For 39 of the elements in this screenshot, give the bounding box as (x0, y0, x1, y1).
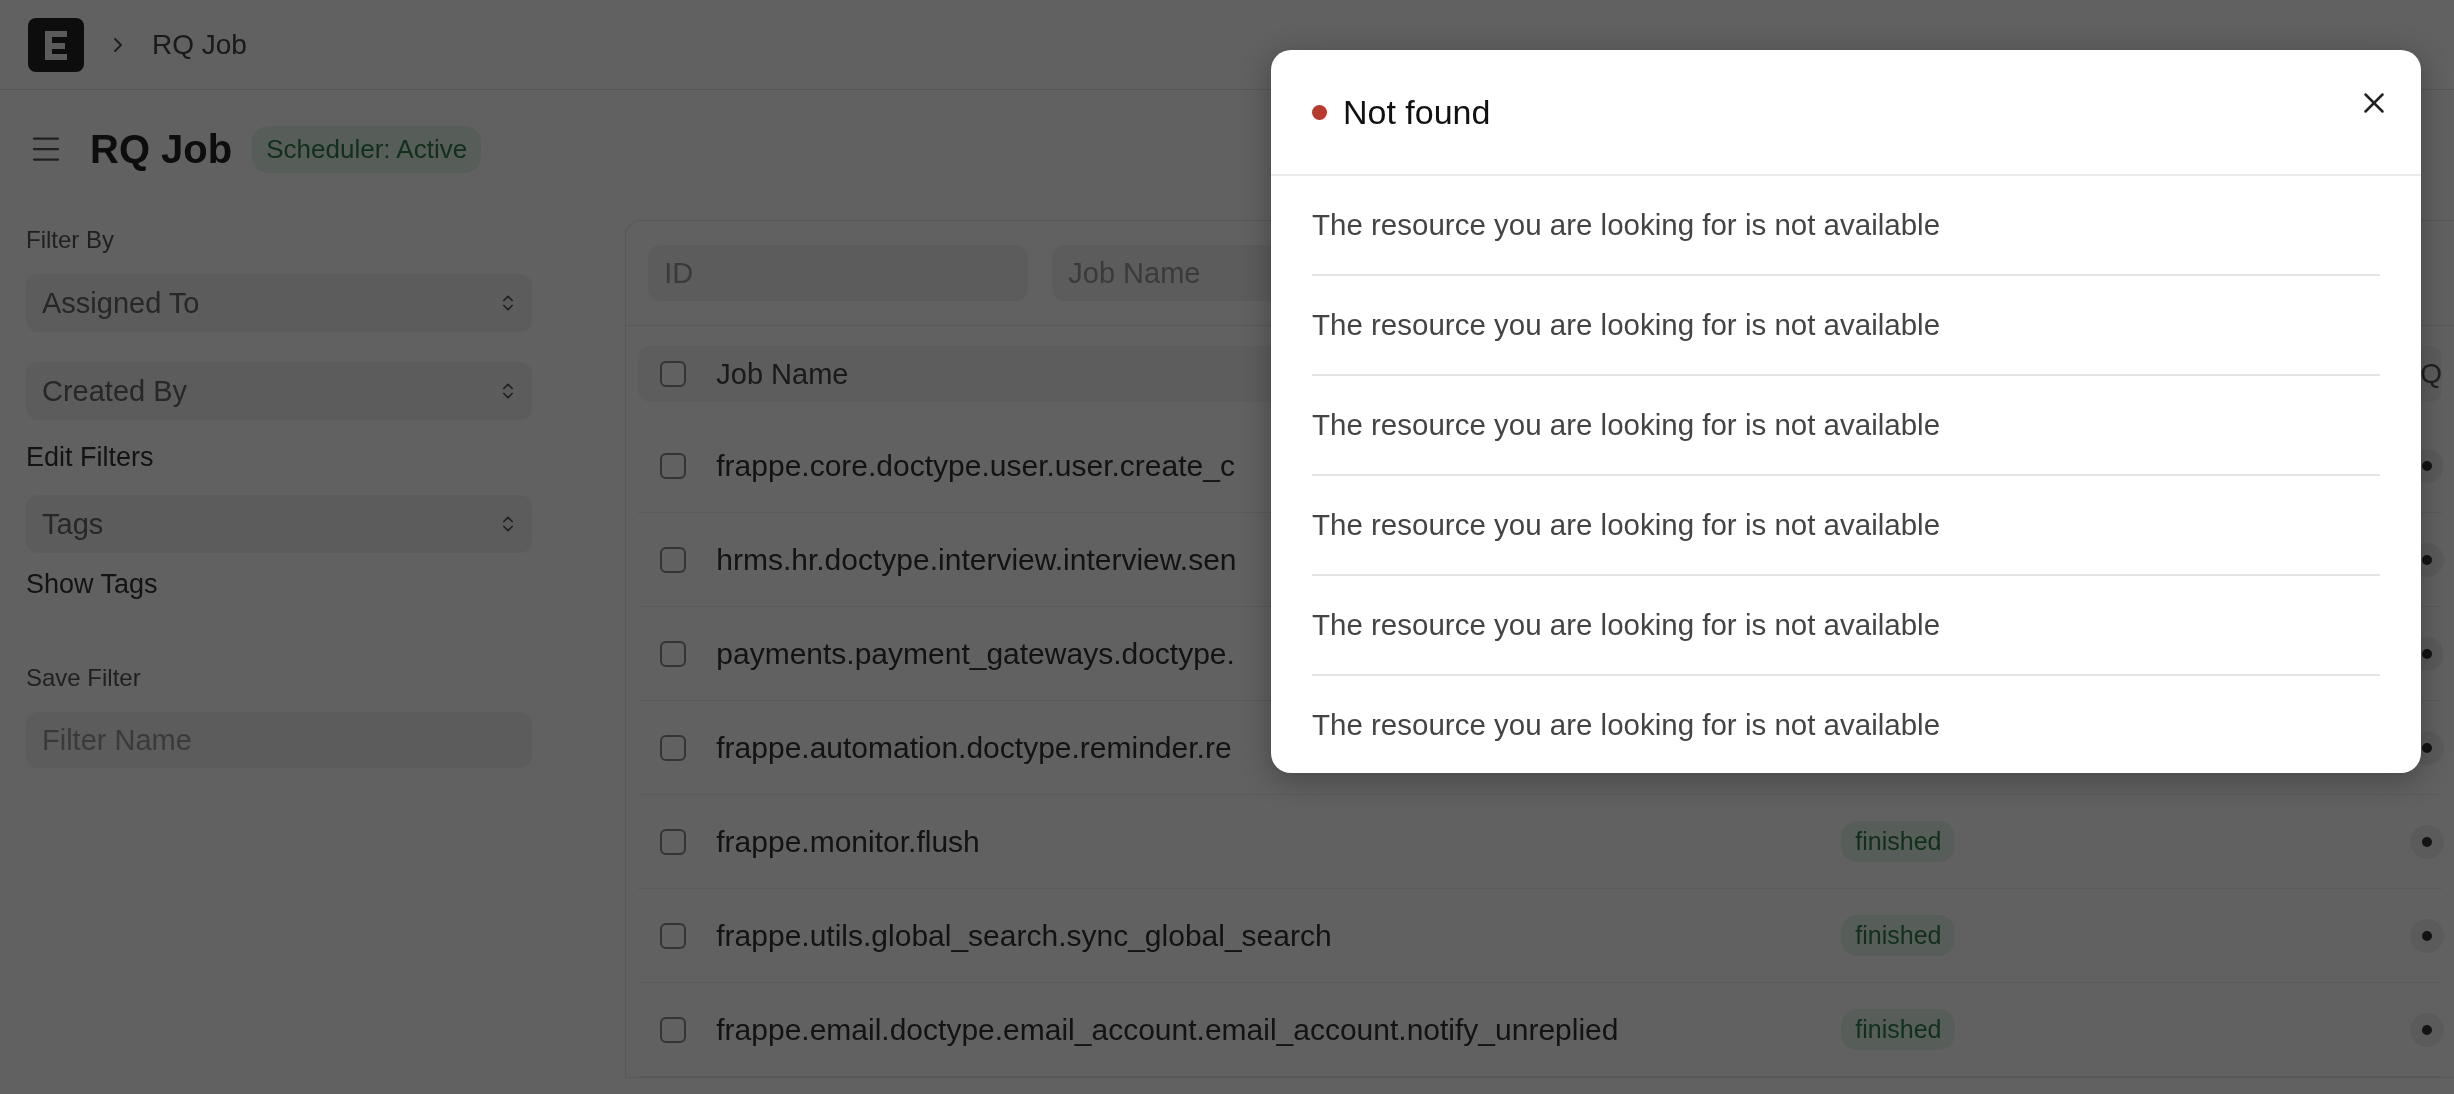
status-badge: finished (1841, 915, 1956, 956)
status-badge: finished (1841, 1009, 1956, 1050)
job-name-cell: frappe.monitor.flush (716, 824, 980, 858)
job-name-cell: frappe.email.doctype.email_account.email_account.notify_unreplied (716, 1012, 1619, 1046)
job-name-cell: frappe.core.doctype.user.user.create_c (716, 448, 1235, 482)
indicator-pill (2410, 824, 2445, 859)
job-name-cell: frappe.utils.global_search.sync_global_search (716, 918, 1332, 952)
row-checkbox[interactable] (660, 734, 687, 761)
row-checkbox[interactable] (660, 828, 687, 855)
message-text: The resource you are looking for is not available (1312, 408, 1941, 442)
dialog-title: Not found (1343, 92, 1491, 132)
save-filter-label: Save Filter (26, 664, 141, 692)
breadcrumb-link[interactable]: RQ Job (152, 28, 247, 61)
message-text: The resource you are looking for is not available (1312, 707, 1941, 742)
indicator-pill (2410, 918, 2445, 953)
logo-icon[interactable] (28, 17, 84, 72)
job-name-cell: payments.payment_gateways.doctype. (716, 636, 1235, 670)
filter-by-label: Filter By (26, 226, 114, 254)
edit-filters-link[interactable]: Edit Filters (26, 442, 154, 473)
message-text: The resource you are looking for is not available (1312, 608, 1941, 642)
row-checkbox[interactable] (660, 546, 687, 573)
show-tags-link[interactable]: Show Tags (26, 569, 158, 600)
row-checkbox[interactable] (660, 640, 687, 667)
message-text: The resource you are looking for is not available (1312, 508, 1941, 542)
job-name-cell: frappe.automation.doctype.reminder.re (716, 730, 1232, 764)
message-text: The resource you are looking for is not available (1312, 208, 1941, 242)
column-header: Q (2420, 358, 2443, 390)
row-checkbox[interactable] (660, 922, 687, 949)
column-header: Job Name (716, 357, 849, 391)
job-name-cell: hrms.hr.doctype.interview.interview.sen (716, 542, 1237, 576)
scheduler-status-badge: Scheduler: Active (252, 125, 482, 173)
row-checkbox[interactable] (660, 452, 687, 479)
page-title: RQ Job (90, 126, 233, 172)
row-checkbox[interactable] (660, 1016, 687, 1043)
indicator-pill (2410, 1012, 2445, 1047)
select-all-checkbox[interactable] (660, 361, 687, 387)
status-badge: finished (1841, 821, 1956, 862)
status-dot-icon (1312, 104, 1327, 120)
message-text: The resource you are looking for is not available (1312, 308, 1941, 342)
